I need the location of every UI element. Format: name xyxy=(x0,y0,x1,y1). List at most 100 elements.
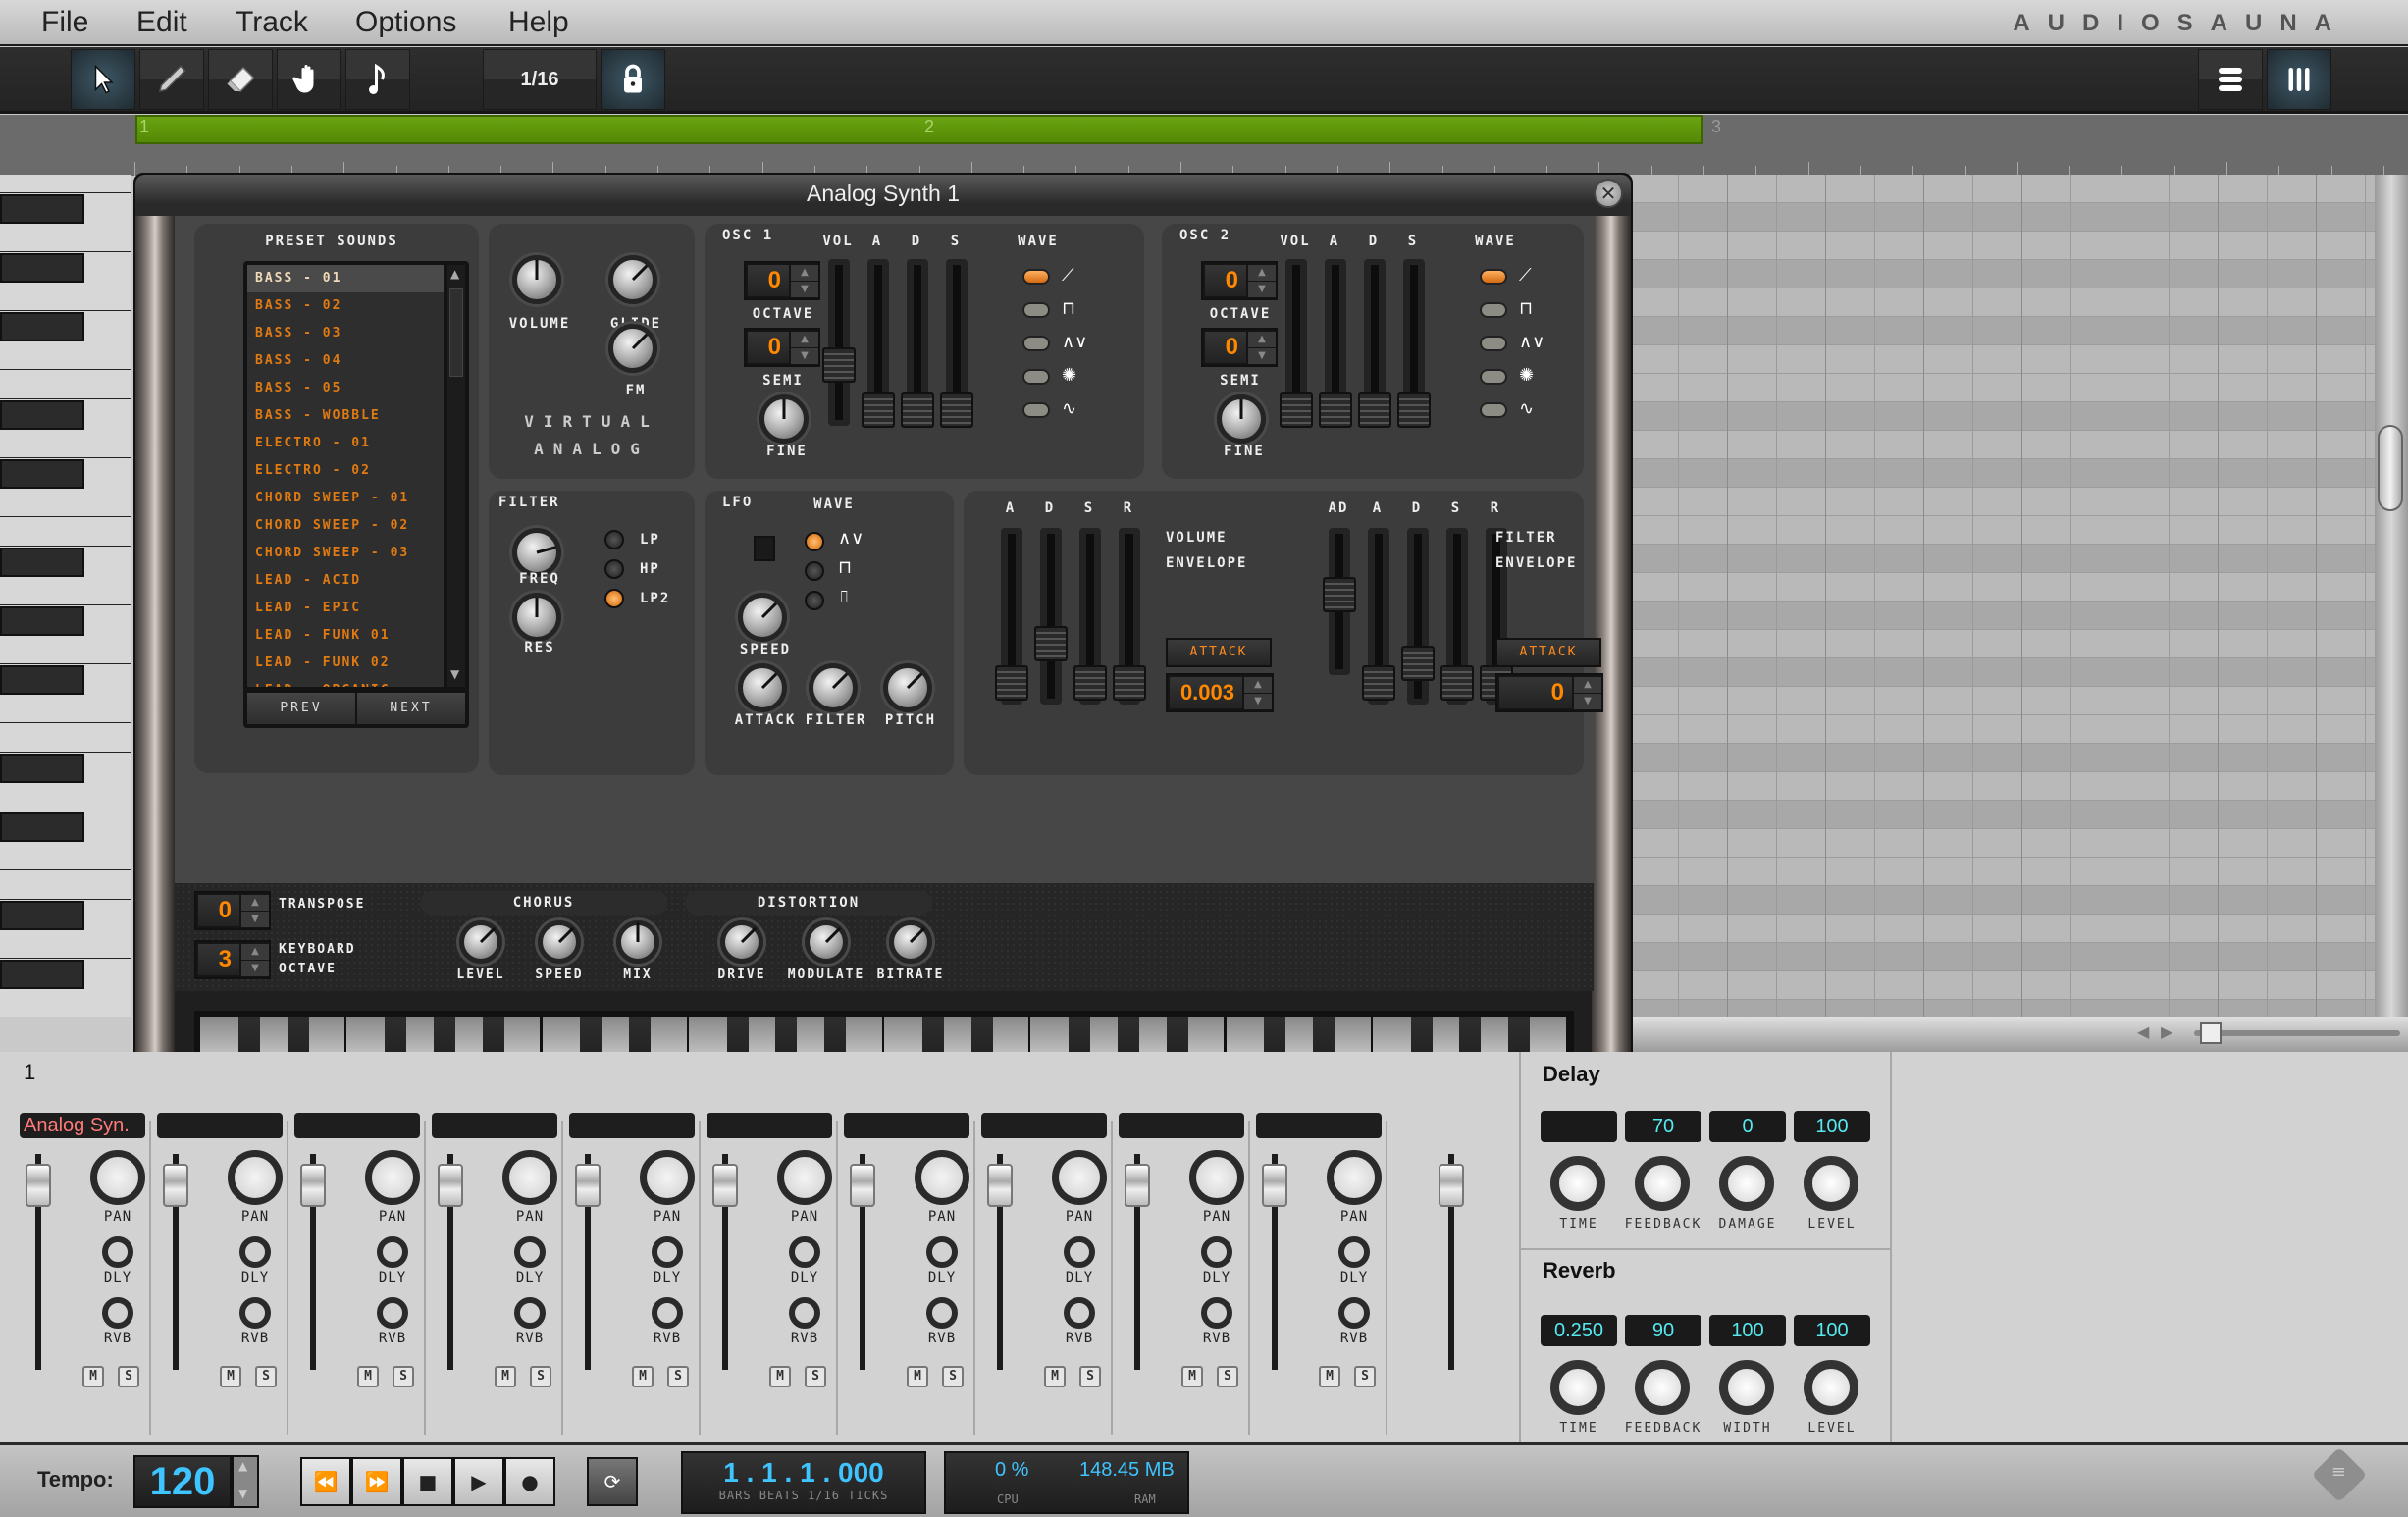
channel-name[interactable]: Analog Syn. xyxy=(20,1113,145,1138)
record-button[interactable]: ● xyxy=(504,1457,555,1506)
fader-handle[interactable] xyxy=(26,1164,51,1207)
channel-name[interactable] xyxy=(569,1113,695,1138)
preset-item[interactable]: LEAD - ORGANIC xyxy=(247,677,444,687)
pan-knob[interactable] xyxy=(90,1150,145,1205)
grid-row[interactable] xyxy=(1629,687,2377,715)
grid-row[interactable] xyxy=(1629,431,2377,459)
mute-button[interactable]: M xyxy=(82,1366,104,1387)
osc2-sustain-slider[interactable] xyxy=(1397,259,1431,428)
reverb-send-knob[interactable] xyxy=(239,1297,271,1329)
drive-knob[interactable] xyxy=(720,920,763,964)
stepper-down-icon[interactable]: ▼ xyxy=(1244,694,1272,709)
fenv-attack-slider[interactable] xyxy=(1362,528,1395,705)
wave-noise-toggle[interactable] xyxy=(1022,369,1050,385)
transpose-stepper[interactable]: 0 ▲ ▼ xyxy=(194,891,271,930)
menu-options[interactable]: Options xyxy=(355,6,456,39)
preset-item[interactable]: LEAD - ACID xyxy=(247,567,444,595)
reverb-send-knob[interactable] xyxy=(652,1297,683,1329)
horizontal-zoom-bar[interactable]: ◀ ▶ xyxy=(1629,1017,2408,1052)
grid-row[interactable] xyxy=(1629,516,2377,545)
grid-row[interactable] xyxy=(1629,943,2377,971)
piano-roll-keys[interactable]: C5 C4 xyxy=(0,175,131,1017)
channel-volume-fader[interactable] xyxy=(1125,1154,1150,1370)
delay-send-knob[interactable] xyxy=(1201,1236,1232,1268)
reverb-send-knob[interactable] xyxy=(1201,1297,1232,1329)
wave-square-toggle[interactable] xyxy=(805,561,824,581)
rewind-button[interactable]: ⏪ xyxy=(300,1457,351,1506)
filter-lp2-radio[interactable] xyxy=(604,589,624,608)
preset-item[interactable]: CHORD SWEEP - 01 xyxy=(247,485,444,512)
grid-row[interactable] xyxy=(1629,630,2377,658)
synth-title-bar[interactable]: Analog Synth 1 ✕ xyxy=(135,175,1631,216)
note-tool-button[interactable] xyxy=(345,49,410,110)
channel-name[interactable] xyxy=(707,1113,832,1138)
scroll-right-icon[interactable]: ▶ xyxy=(2161,1022,2172,1041)
delay-send-knob[interactable] xyxy=(1064,1236,1095,1268)
osc2-octave-stepper[interactable]: 0 ▲ ▼ xyxy=(1201,261,1278,300)
osc1-octave-stepper[interactable]: 0 ▲ ▼ xyxy=(744,261,820,300)
pan-knob[interactable] xyxy=(915,1150,969,1205)
grid-row[interactable] xyxy=(1629,402,2377,431)
fader-handle[interactable] xyxy=(1439,1164,1464,1207)
channel-volume-fader[interactable] xyxy=(438,1154,463,1370)
preset-item[interactable]: BASS - 04 xyxy=(247,347,444,375)
channel-volume-fader[interactable] xyxy=(300,1154,326,1370)
grid-row[interactable] xyxy=(1629,175,2377,203)
reverb-send-knob[interactable] xyxy=(1338,1297,1370,1329)
lock-button[interactable] xyxy=(601,49,665,110)
wave-saw-toggle[interactable] xyxy=(1022,269,1050,285)
delay-value[interactable]: 70 xyxy=(1625,1111,1701,1142)
stop-button[interactable]: ■ xyxy=(402,1457,453,1506)
lfo-sync-led[interactable] xyxy=(754,536,775,561)
modulate-knob[interactable] xyxy=(805,920,848,964)
fader-handle[interactable] xyxy=(1125,1164,1150,1207)
pan-knob[interactable] xyxy=(640,1150,695,1205)
piano-roll-black-key[interactable] xyxy=(0,665,84,695)
osc2-semi-stepper[interactable]: 0 ▲ ▼ xyxy=(1201,328,1278,367)
osc2-fine-knob[interactable] xyxy=(1217,394,1266,444)
venv-release-slider[interactable] xyxy=(1113,528,1146,705)
reverb-value[interactable]: 100 xyxy=(1709,1315,1786,1346)
osc2-attack-slider[interactable] xyxy=(1319,259,1352,428)
grid-row[interactable] xyxy=(1629,715,2377,744)
pan-knob[interactable] xyxy=(1052,1150,1107,1205)
reverb-send-knob[interactable] xyxy=(377,1297,408,1329)
grid-row[interactable] xyxy=(1629,374,2377,402)
delay-send-knob[interactable] xyxy=(514,1236,546,1268)
preset-item[interactable]: LEAD - FUNK 01 xyxy=(247,622,444,650)
next-preset-button[interactable]: NEXT xyxy=(357,693,465,724)
eraser-tool-button[interactable] xyxy=(208,49,273,110)
piano-roll-black-key[interactable] xyxy=(0,960,84,989)
solo-button[interactable]: S xyxy=(118,1366,139,1387)
osc1-decay-slider[interactable] xyxy=(901,259,934,428)
lfo-pitch-knob[interactable] xyxy=(883,663,932,712)
fader-handle[interactable] xyxy=(1262,1164,1287,1207)
stepper-up-icon[interactable]: ▲ xyxy=(1574,677,1601,693)
osc2-vol-slider[interactable] xyxy=(1280,259,1313,428)
stepper-down-icon[interactable]: ▼ xyxy=(1248,282,1276,297)
lfo-attack-knob[interactable] xyxy=(738,663,787,712)
solo-button[interactable]: S xyxy=(530,1366,551,1387)
timeline-ruler[interactable]: 1 2 3 xyxy=(0,115,2408,176)
mute-button[interactable]: M xyxy=(907,1366,928,1387)
preset-item[interactable]: LEAD - FUNK 02 xyxy=(247,650,444,677)
channel-name[interactable] xyxy=(157,1113,283,1138)
solo-button[interactable]: S xyxy=(667,1366,689,1387)
zoom-slider-handle[interactable] xyxy=(2200,1022,2222,1044)
wave-square-toggle[interactable] xyxy=(1022,302,1050,318)
channel-name[interactable] xyxy=(1256,1113,1382,1138)
mute-button[interactable]: M xyxy=(1181,1366,1203,1387)
fader-handle[interactable] xyxy=(987,1164,1013,1207)
filter-lp-radio[interactable] xyxy=(604,530,624,549)
wave-triangle-toggle[interactable] xyxy=(805,532,824,551)
piano-roll-black-key[interactable] xyxy=(0,548,84,577)
tempo-down-icon[interactable]: ▼ xyxy=(238,1487,247,1500)
channel-volume-fader[interactable] xyxy=(712,1154,738,1370)
bitrate-knob[interactable] xyxy=(889,920,932,964)
delay-value[interactable]: 100 xyxy=(1794,1111,1870,1142)
grid-row[interactable] xyxy=(1629,260,2377,288)
grid-row[interactable] xyxy=(1629,858,2377,886)
channel-name[interactable] xyxy=(294,1113,420,1138)
fenv-value-stepper[interactable]: 0 ▲ ▼ xyxy=(1495,673,1603,712)
osc1-fine-knob[interactable] xyxy=(759,394,809,444)
